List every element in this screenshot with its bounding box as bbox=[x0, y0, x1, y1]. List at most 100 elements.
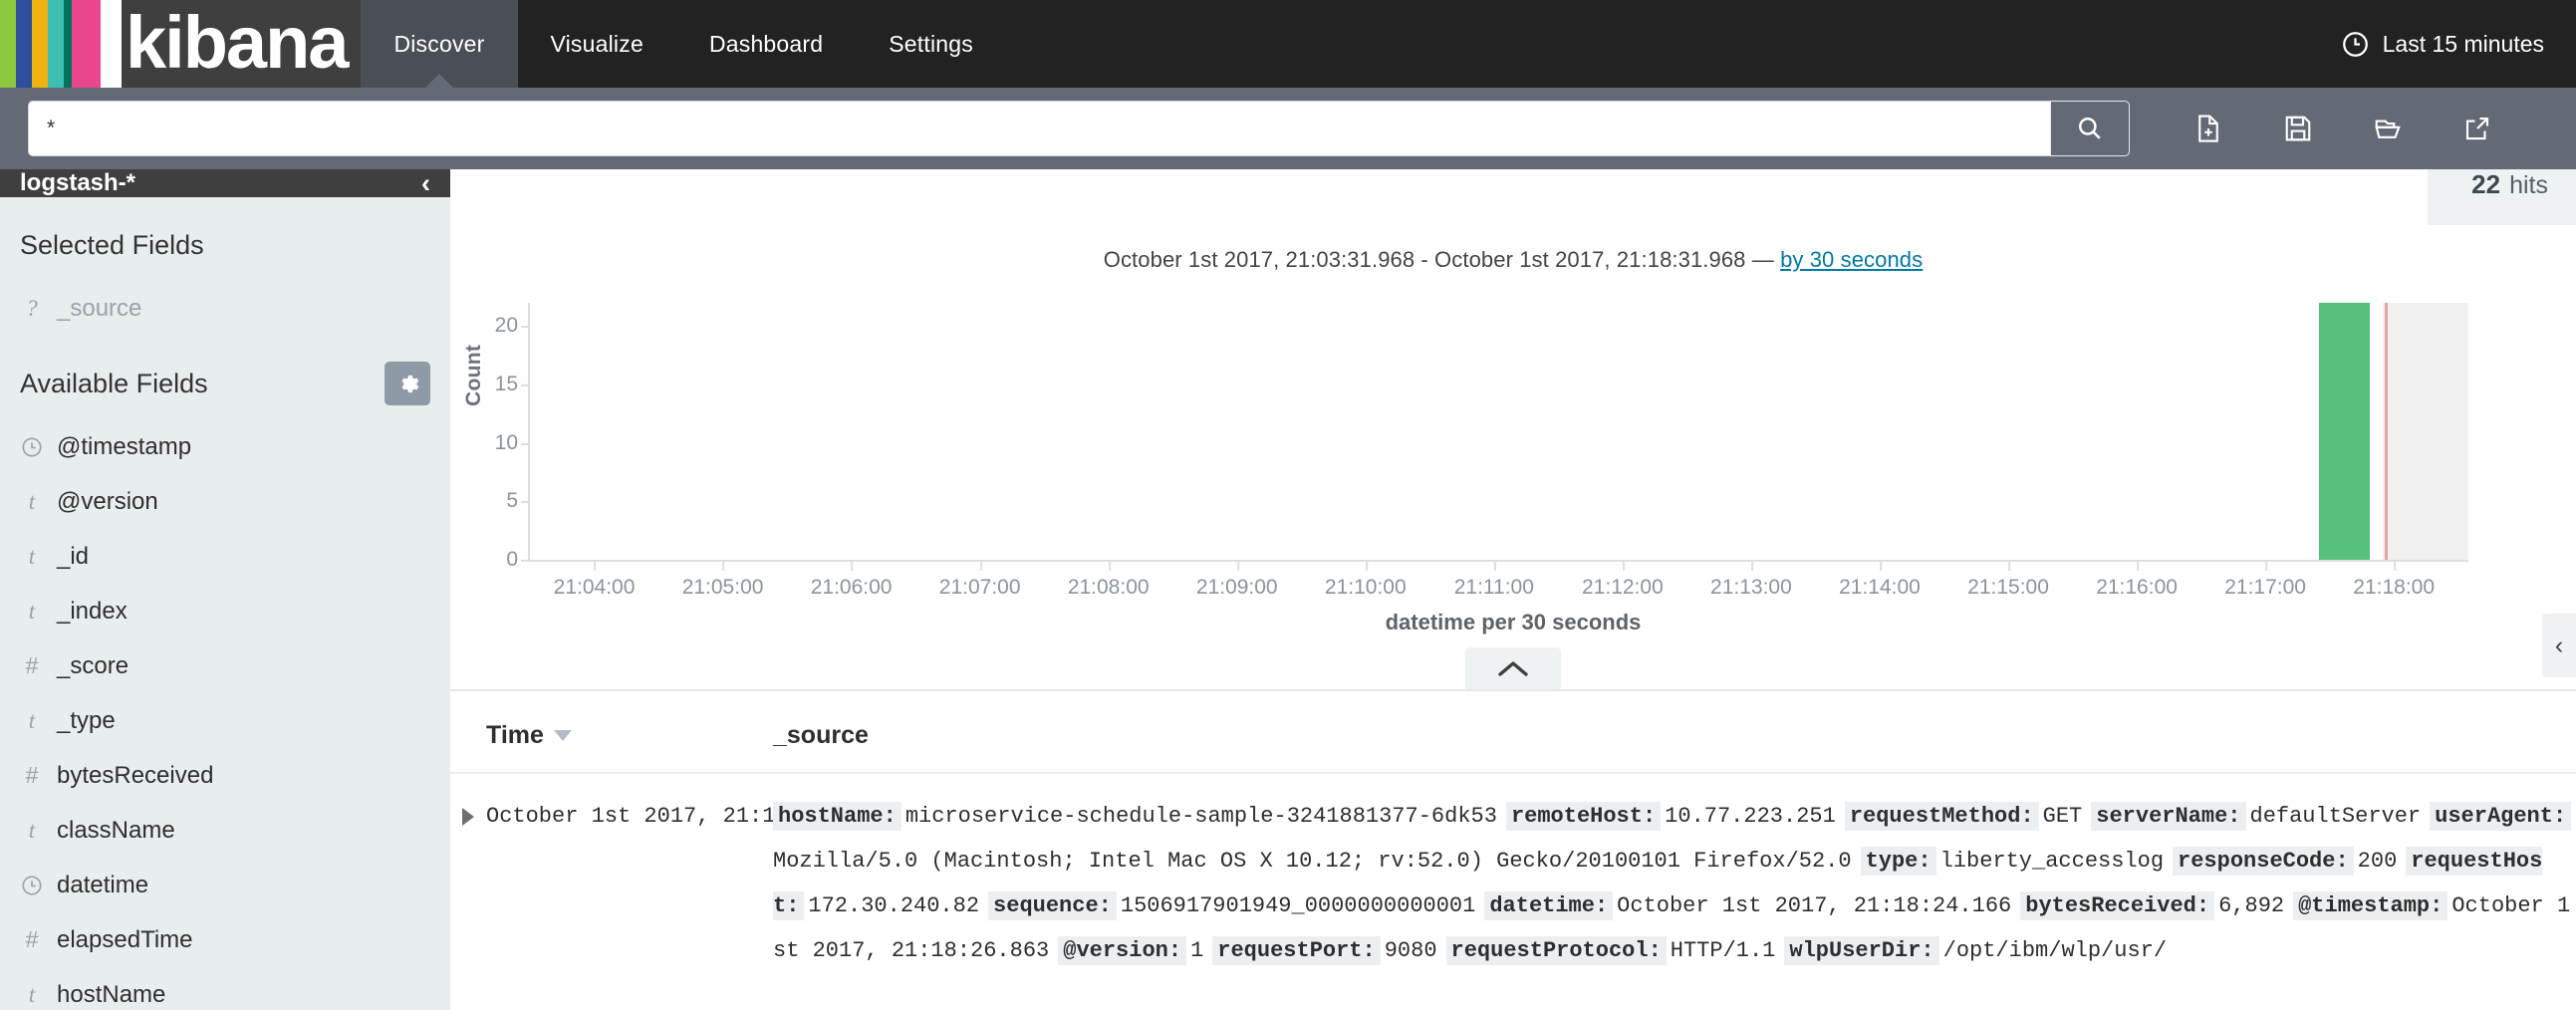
histogram-chart: October 1st 2017, 21:03:31.968 - October… bbox=[450, 225, 2576, 677]
nav-item-dashboard[interactable]: Dashboard bbox=[676, 0, 856, 88]
field-item-id[interactable]: t _id bbox=[20, 529, 430, 584]
logo-color-bars bbox=[0, 0, 122, 88]
x-axis-tick: 21:14:00 bbox=[1839, 560, 1921, 600]
field-item-className[interactable]: t className bbox=[20, 803, 430, 858]
x-axis-tick: 21:10:00 bbox=[1325, 560, 1407, 600]
chevron-left-icon[interactable]: ‹ bbox=[417, 169, 434, 197]
field-item-score[interactable]: # _score bbox=[20, 638, 430, 693]
selected-fields-header: Selected Fields bbox=[20, 223, 430, 267]
caret-right-icon[interactable] bbox=[450, 794, 486, 973]
search-input[interactable] bbox=[28, 101, 2050, 156]
field-item-source[interactable]: ? _source bbox=[20, 281, 430, 336]
query-bar bbox=[0, 88, 2576, 169]
clock-icon bbox=[2342, 31, 2369, 58]
search-icon bbox=[2079, 118, 2101, 139]
time-picker-label: Last 15 minutes bbox=[2382, 30, 2544, 57]
brand-name: kibana bbox=[126, 1, 349, 84]
chart-plot-box: Count 0 5 10 15 20 21:04:00 21:05:00 21:06:00 21… bbox=[450, 297, 2576, 677]
source-field-value: Mozilla/5.0 (Macintosh; Intel Mac OS X 1… bbox=[773, 849, 1852, 874]
field-name-label: elapsedTime bbox=[57, 925, 193, 953]
open-search-icon bbox=[2375, 120, 2401, 138]
x-axis-tick: 21:04:00 bbox=[554, 560, 635, 600]
source-field-value: 200 bbox=[2357, 849, 2398, 874]
column-header-time-label: Time bbox=[486, 721, 544, 749]
source-field-key: remoteHost: bbox=[1505, 802, 1662, 831]
discover-main-panel: 22 hits October 1st 2017, 21:03:31.968 -… bbox=[450, 169, 2576, 1010]
field-item-bytesReceived[interactable]: # bytesReceived bbox=[20, 748, 430, 803]
source-field-key: userAgent: bbox=[2430, 802, 2572, 831]
new-search-button[interactable] bbox=[2164, 101, 2253, 156]
string-field-icon: t bbox=[28, 981, 36, 1007]
column-header-source[interactable]: _source bbox=[773, 721, 2576, 750]
x-axis-tick: 21:13:00 bbox=[1710, 560, 1792, 600]
source-field-key: serverName: bbox=[2091, 802, 2246, 831]
selected-fields-label: Selected Fields bbox=[20, 229, 204, 260]
histogram-bar[interactable] bbox=[2319, 303, 2370, 560]
chart-range-text: October 1st 2017, 21:03:31.968 - October… bbox=[1103, 247, 1746, 272]
string-field-icon: t bbox=[28, 598, 36, 624]
source-field-key: requestMethod: bbox=[1844, 802, 2039, 831]
field-name-label: @version bbox=[57, 487, 158, 515]
kibana-logo[interactable]: kibana bbox=[0, 0, 362, 88]
source-field-value: HTTP/1.1 bbox=[1670, 938, 1776, 963]
field-name-label: _index bbox=[57, 597, 128, 625]
selected-fields-list: ? _source bbox=[20, 281, 430, 336]
source-field-value: 10.77.223.251 bbox=[1665, 804, 1836, 829]
field-item-elapsedTime[interactable]: # elapsedTime bbox=[20, 912, 430, 967]
nav-item-label: Dashboard bbox=[708, 30, 824, 57]
source-field-key: requestPort: bbox=[1212, 936, 1381, 965]
field-item-datetime[interactable]: datetime bbox=[20, 858, 430, 912]
x-axis-tick: 21:08:00 bbox=[1068, 560, 1150, 600]
documents-table: Time _source October 1st 2017, 21:18:24.… bbox=[450, 689, 2576, 1010]
field-item-hostName[interactable]: t hostName bbox=[20, 967, 430, 1010]
nav-item-settings[interactable]: Settings bbox=[856, 0, 1006, 88]
y-axis-tickmark bbox=[521, 501, 530, 504]
source-field-key: requestProtocol: bbox=[1445, 936, 1667, 965]
field-item-version[interactable]: t @version bbox=[20, 474, 430, 529]
share-search-button[interactable] bbox=[2433, 101, 2522, 156]
field-name-label: className bbox=[57, 816, 175, 844]
number-field-icon: # bbox=[25, 762, 39, 788]
field-item-index[interactable]: t _index bbox=[20, 584, 430, 638]
hits-bar: 22 hits bbox=[450, 169, 2576, 225]
source-field-value: GET bbox=[2042, 804, 2083, 829]
logo-bar-4 bbox=[63, 0, 73, 88]
y-axis-tickmark bbox=[521, 560, 530, 562]
source-field-value: 172.30.240.82 bbox=[808, 893, 980, 918]
chart-interval-link[interactable]: by 30 seconds bbox=[1780, 247, 1923, 272]
y-axis-tick: 0 bbox=[506, 548, 518, 571]
string-field-icon: t bbox=[28, 817, 36, 843]
y-axis-tickmark bbox=[521, 442, 530, 445]
field-item-type[interactable]: t _type bbox=[20, 693, 430, 748]
gear-icon[interactable] bbox=[385, 362, 430, 405]
save-search-button[interactable] bbox=[2253, 101, 2343, 156]
nav-item-discover[interactable]: Discover bbox=[361, 0, 518, 88]
source-field-value: 9080 bbox=[1384, 938, 1437, 963]
logo-bar-3 bbox=[47, 0, 64, 88]
source-field-key: type: bbox=[1860, 847, 1936, 876]
time-picker-button[interactable]: Last 15 minutes bbox=[2342, 0, 2576, 88]
y-axis-tick: 5 bbox=[506, 489, 518, 513]
source-field-value: defaultServer bbox=[2249, 804, 2422, 829]
nav-item-visualize[interactable]: Visualize bbox=[518, 0, 676, 88]
logo-bar-0 bbox=[0, 0, 16, 88]
string-field-icon: t bbox=[28, 543, 36, 569]
field-name-label: @timestamp bbox=[57, 432, 192, 460]
number-field-icon: # bbox=[25, 652, 39, 678]
column-header-time[interactable]: Time bbox=[486, 721, 773, 750]
source-field-value: 1 bbox=[1190, 938, 1204, 963]
x-axis-tick: 21:11:00 bbox=[1454, 560, 1534, 600]
collapse-chart-button[interactable] bbox=[1465, 647, 1561, 689]
index-pattern-selector[interactable]: logstash-* ‹ bbox=[0, 169, 450, 197]
open-search-button[interactable] bbox=[2343, 101, 2433, 156]
expand-panel-toggle[interactable]: ‹ bbox=[2542, 614, 2576, 677]
row-source-cell: hostName: microservice-schedule-sample-32… bbox=[773, 794, 2576, 973]
sort-desc-icon[interactable] bbox=[553, 730, 572, 741]
logo-bar-6 bbox=[100, 0, 122, 88]
source-field-key: datetime: bbox=[1484, 891, 1614, 920]
search-submit-button[interactable] bbox=[2050, 101, 2130, 156]
table-row[interactable]: October 1st 2017, 21:18:24.166 hostName: m… bbox=[450, 774, 2576, 973]
column-header-source-label: _source bbox=[773, 721, 869, 749]
field-item-timestamp[interactable]: @timestamp bbox=[20, 419, 430, 474]
source-field-value: 1506917901949_0000000000001 bbox=[1120, 893, 1476, 918]
